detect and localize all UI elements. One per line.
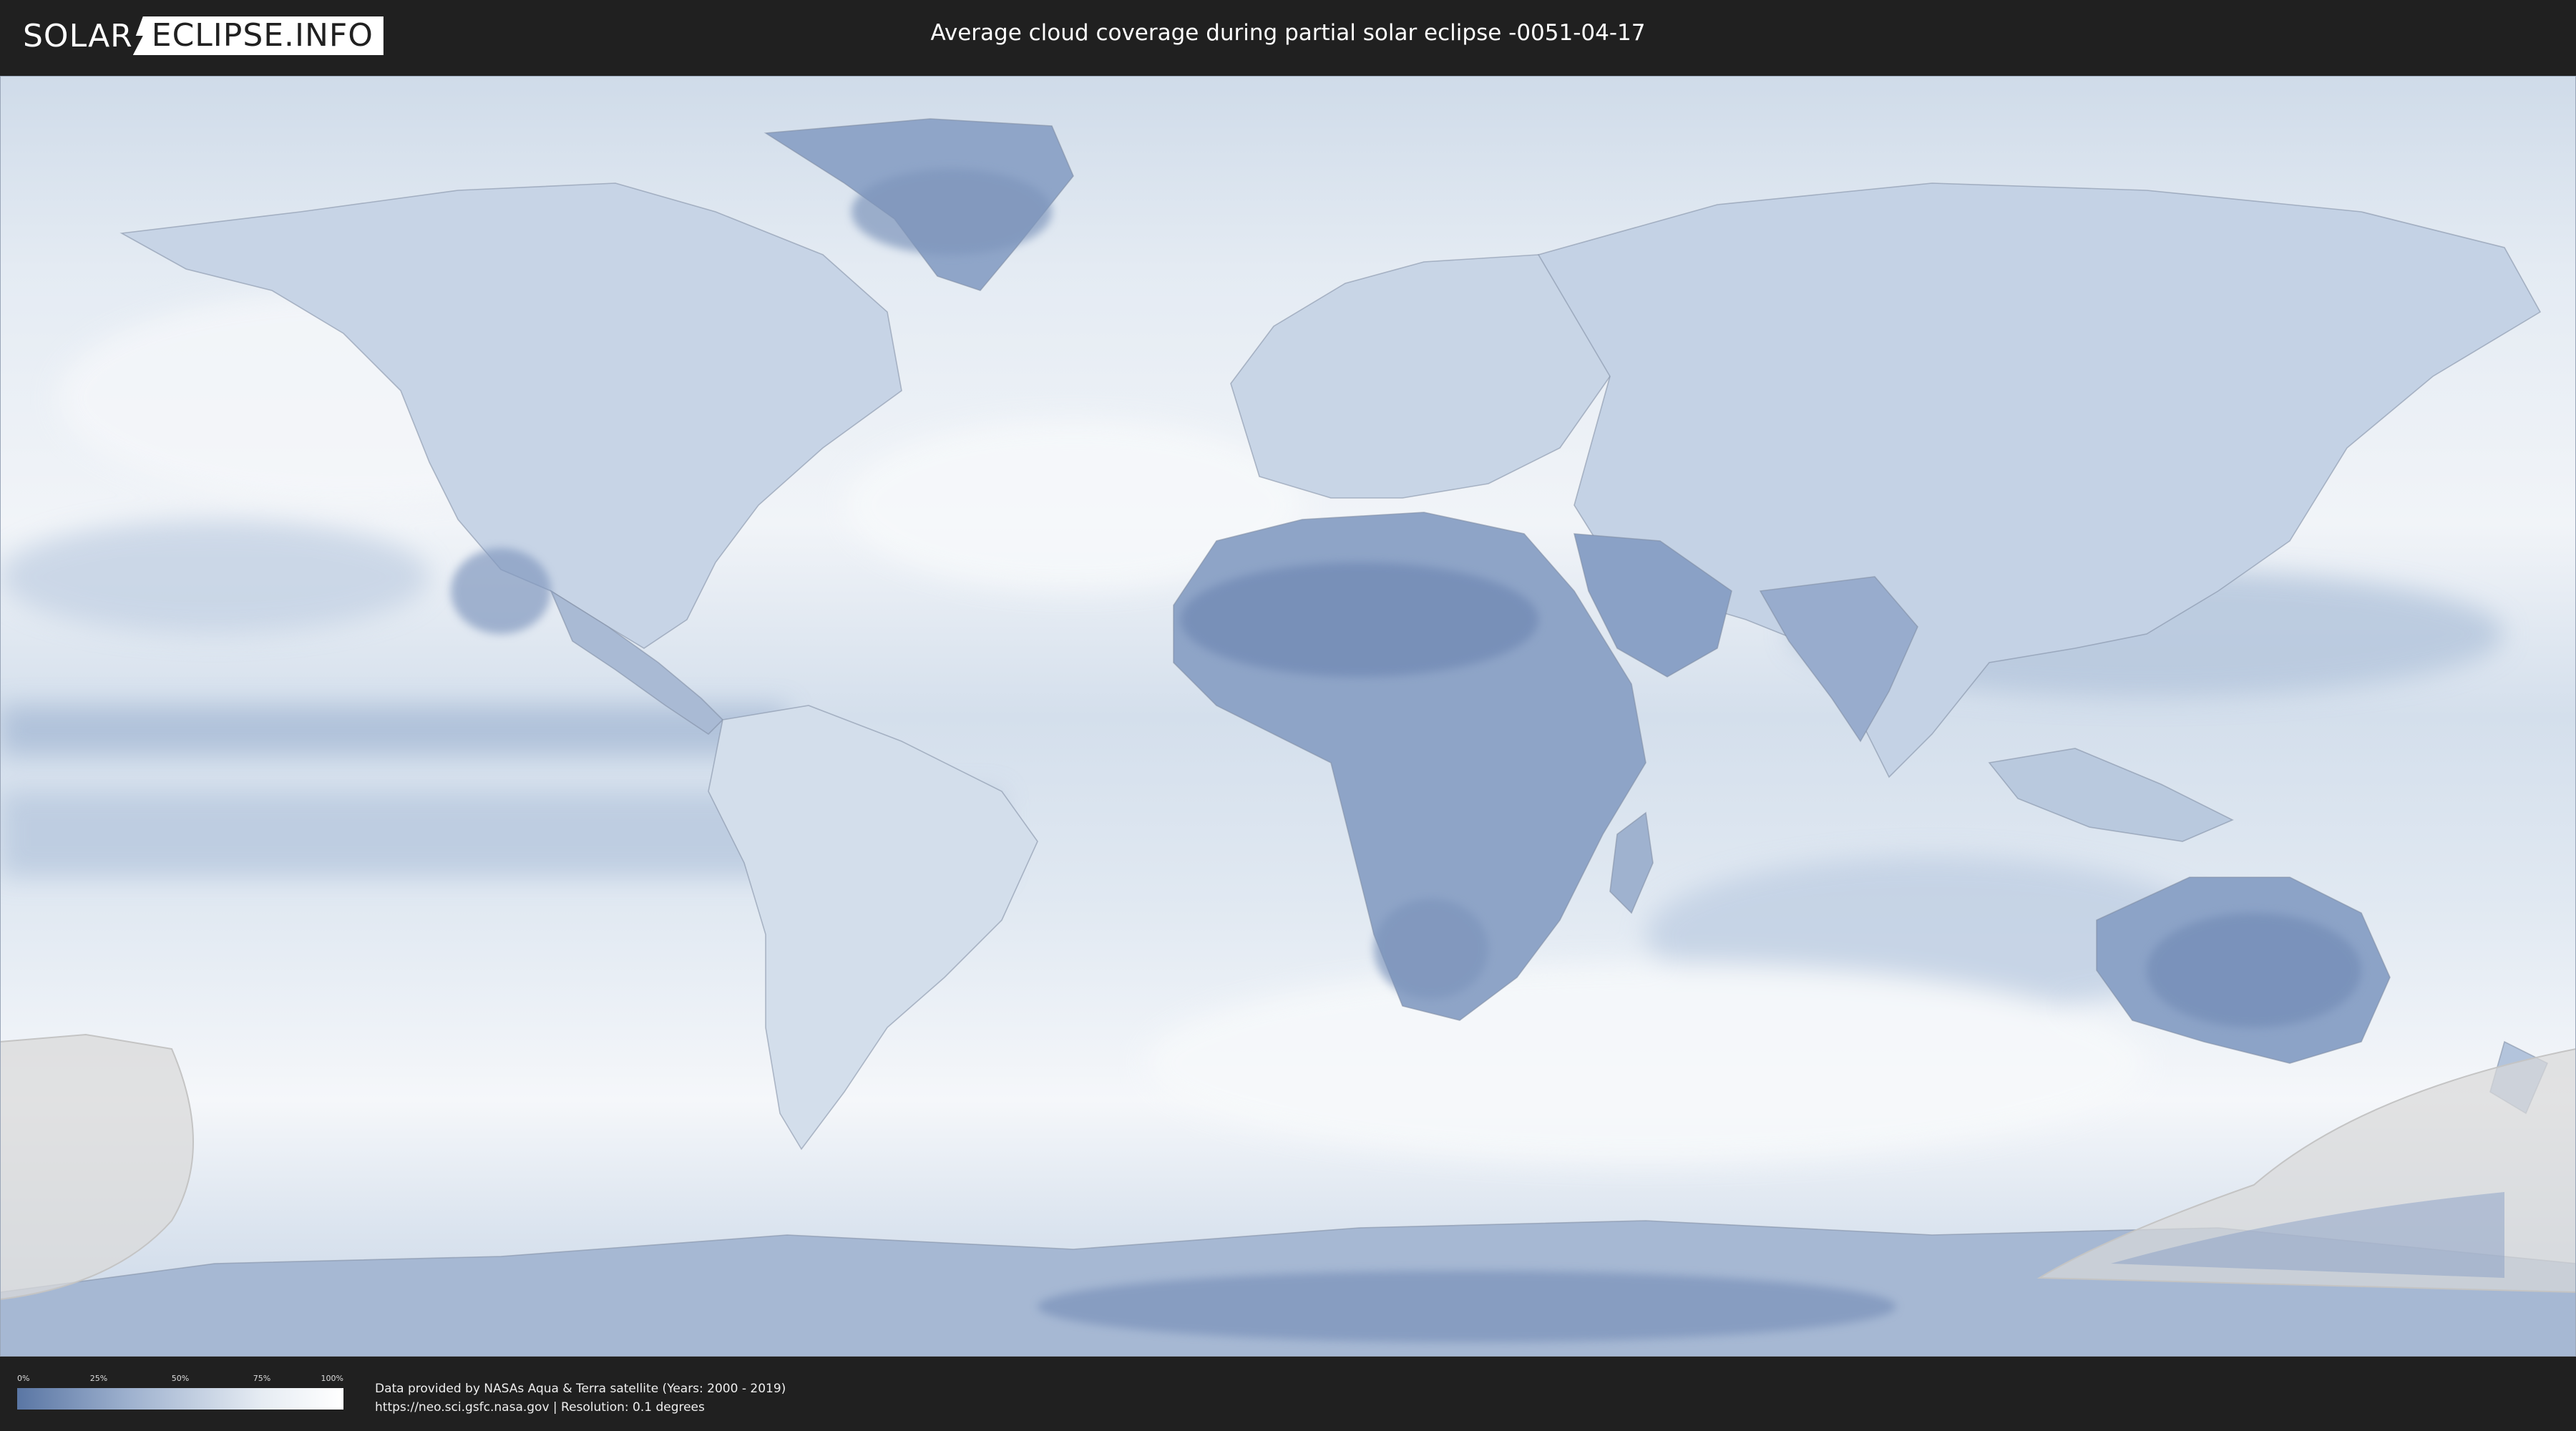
page-title: Average cloud coverage during partial so…: [930, 20, 1646, 46]
footer-bar: 0% 25% 50% 75% 100% Data provided by NAS…: [0, 1358, 2576, 1431]
data-credits: Data provided by NASAs Aqua & Terra sate…: [375, 1379, 786, 1417]
header-bar: SOLAR ECLIPSE.INFO Average cloud coverag…: [0, 0, 2576, 73]
credit-line: Data provided by NASAs Aqua & Terra sate…: [375, 1382, 786, 1396]
page: SOLAR ECLIPSE.INFO Average cloud coverag…: [0, 0, 2576, 1431]
legend-ticks: 0% 25% 50% 75% 100%: [17, 1374, 343, 1387]
world-map-svg: [0, 76, 2576, 1357]
cloud-coverage-map: [0, 76, 2576, 1357]
legend-tick-0: 0%: [17, 1374, 30, 1383]
cloud-coverage-legend: 0% 25% 50% 75% 100%: [17, 1374, 343, 1417]
legend-gradient-bar: [17, 1388, 343, 1410]
legend-tick-25: 25%: [89, 1374, 108, 1383]
legend-tick-50: 50%: [171, 1374, 190, 1383]
legend-tick-100: 100%: [321, 1374, 343, 1383]
source-line[interactable]: https://neo.sci.gsfc.nasa.gov | Resoluti…: [375, 1398, 786, 1417]
legend-tick-75: 75%: [253, 1374, 271, 1383]
